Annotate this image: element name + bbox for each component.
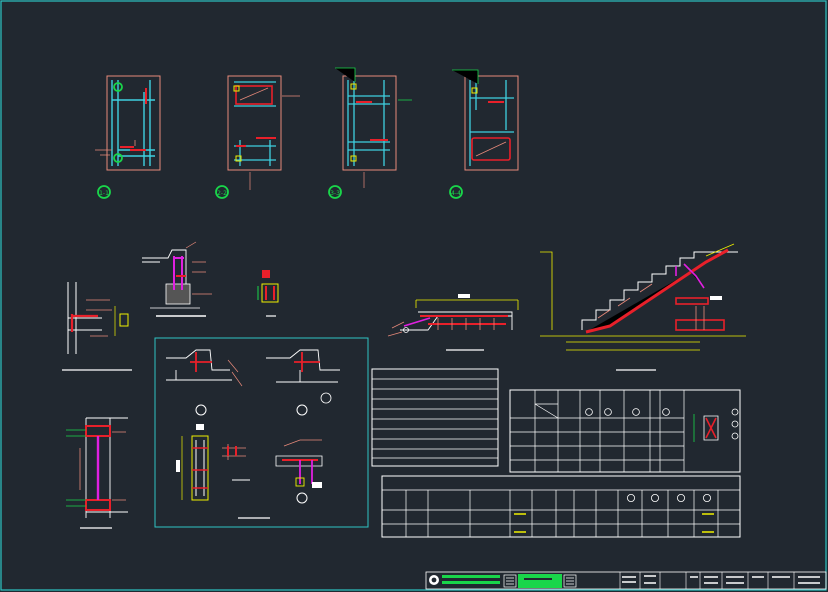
cad-canvas: 1-1 2-2 3-3 4-4 <box>0 0 827 591</box>
notes-table <box>371 368 499 467</box>
sheet-frame <box>0 0 827 591</box>
stair-landing-detail <box>387 294 519 351</box>
wall-section-detail <box>62 282 132 371</box>
title-block <box>425 571 827 590</box>
section-plan-1 <box>95 75 161 171</box>
section-marker-4: 4-4 <box>449 185 463 199</box>
section-plan-4 <box>452 69 519 171</box>
company-logo-icon <box>429 575 439 585</box>
cad-drawing-sheet: 1-1 2-2 3-3 4-4 <box>0 0 828 592</box>
beam-stub-detail <box>142 241 212 317</box>
section-marker-label: 1-1 <box>99 190 109 197</box>
section-marker-label: 2-2 <box>217 190 227 197</box>
column-elevation-detail <box>66 417 128 529</box>
section-marker-label: 3-3 <box>330 190 340 197</box>
rebar-schedule-table <box>509 389 741 473</box>
section-plan-3 <box>335 67 412 188</box>
member-schedule-table <box>381 475 741 538</box>
section-marker-label: 4-4 <box>451 190 461 197</box>
column-detail-small <box>257 270 279 317</box>
section-plan-2 <box>227 75 300 190</box>
section-marker-2: 2-2 <box>215 185 229 199</box>
section-marker-3: 3-3 <box>328 185 342 199</box>
node-details-panel <box>154 337 369 528</box>
stair-flight-section <box>540 243 746 371</box>
section-marker-1: 1-1 <box>97 185 111 199</box>
